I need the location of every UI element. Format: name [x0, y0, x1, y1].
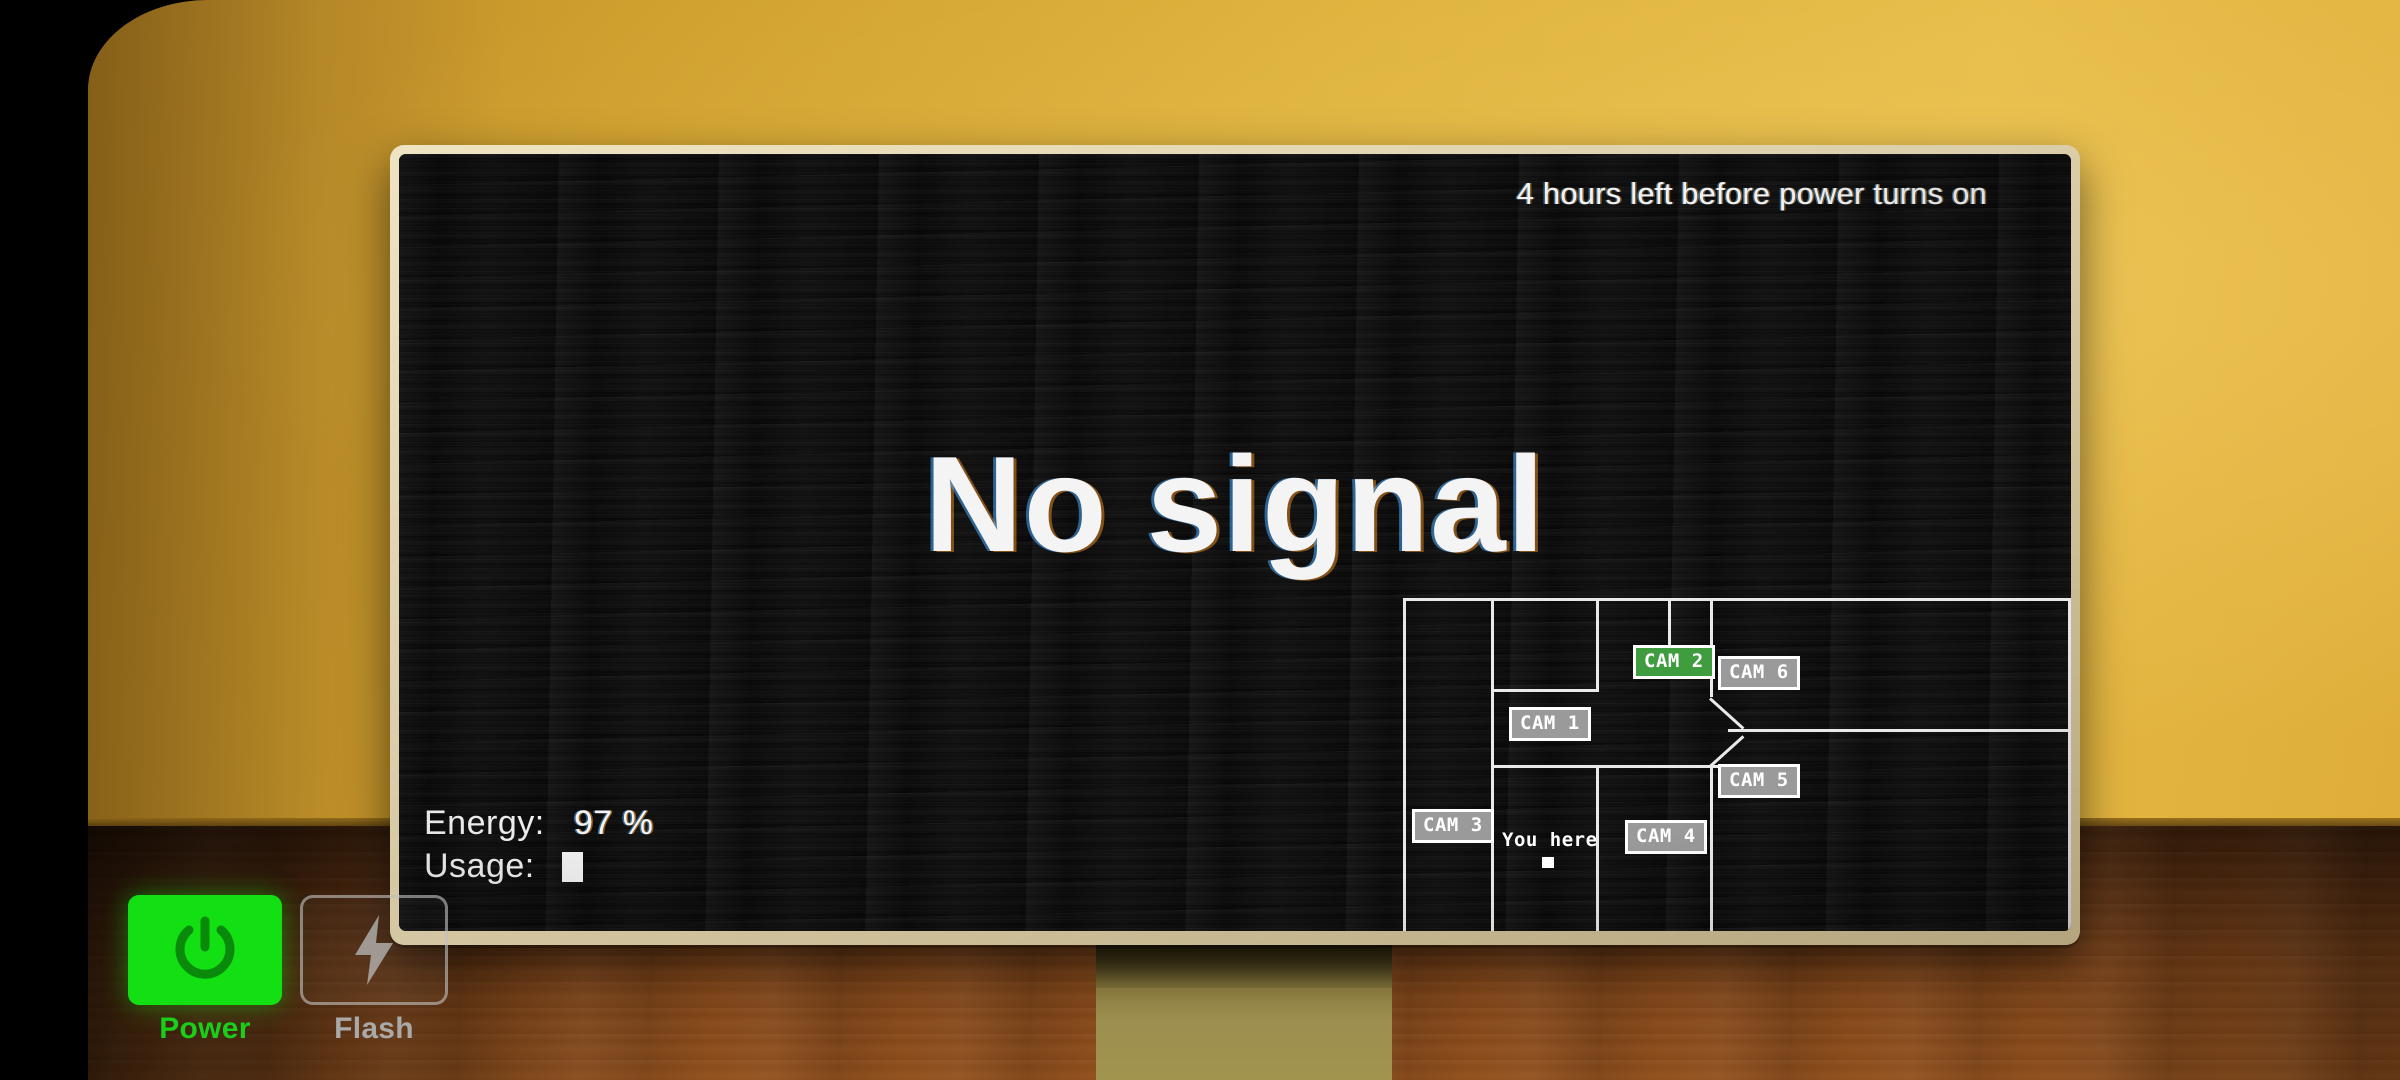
flash-button-label: Flash [334, 1012, 414, 1045]
monitor-screen: 4 hours left before power turns on No si… [399, 154, 2071, 931]
cam-label-text: CAM 5 [1729, 769, 1789, 791]
power-icon [175, 916, 235, 979]
player-position-marker [1542, 857, 1554, 868]
cam-label-cam3[interactable]: CAM 3 [1412, 809, 1494, 843]
facility-map: CAM 3 CAM 1 CAM 2 CAM 6 CAM 5 CAM 4 You … [1403, 598, 2071, 931]
no-signal-text: No signal [924, 428, 1546, 580]
map-wall-vertical-6 [1710, 765, 1713, 931]
cam-label-cam1[interactable]: CAM 1 [1509, 707, 1591, 741]
usage-bar [562, 852, 583, 883]
game-screen: 4 hours left before power turns on No si… [0, 0, 2400, 1080]
map-wall-vertical-2 [1596, 601, 1599, 692]
energy-label: Energy: [424, 803, 545, 842]
cam-label-text: CAM 2 [1644, 650, 1704, 672]
map-wall-vertical-3 [1668, 601, 1671, 649]
you-here-text: You here [1502, 829, 1598, 851]
usage-label: Usage: [424, 847, 535, 886]
cam-label-cam2[interactable]: CAM 2 [1633, 645, 1715, 679]
hours-left-text: 4 hours left before power turns on [1516, 176, 1987, 211]
map-wall-horizontal-3 [1491, 765, 1710, 768]
cam-label-cam4[interactable]: CAM 4 [1625, 820, 1707, 854]
map-wall-horizontal-2 [1728, 729, 2071, 732]
you-here-label: You here [1502, 829, 1597, 851]
cam-label-cam5[interactable]: CAM 5 [1718, 764, 1800, 798]
flash-button[interactable] [300, 895, 448, 1005]
lightning-bolt-icon [355, 915, 393, 985]
map-wall-horizontal-1 [1491, 689, 1599, 692]
usage-meter [562, 852, 583, 883]
cam-label-cam6[interactable]: CAM 6 [1718, 656, 1800, 690]
cam-label-text: CAM 3 [1423, 814, 1483, 836]
power-button-label: Power [159, 1012, 251, 1045]
monitor-stand-shadow [1096, 940, 1392, 988]
map-wall-diagonal-lower [1708, 735, 1745, 768]
energy-row: Energy: 97 % [424, 802, 654, 846]
usage-row: Usage: [424, 845, 654, 889]
cam-label-text: CAM 6 [1729, 661, 1789, 683]
status-readout: Energy: 97 % Usage: [424, 802, 654, 889]
energy-value: 97 % [574, 803, 654, 842]
power-button[interactable] [128, 895, 282, 1005]
map-wall-diagonal-upper [1708, 697, 1745, 730]
monitor: 4 hours left before power turns on No si… [390, 145, 2080, 945]
cam-label-text: CAM 4 [1636, 825, 1696, 847]
cam-label-text: CAM 1 [1520, 712, 1580, 734]
